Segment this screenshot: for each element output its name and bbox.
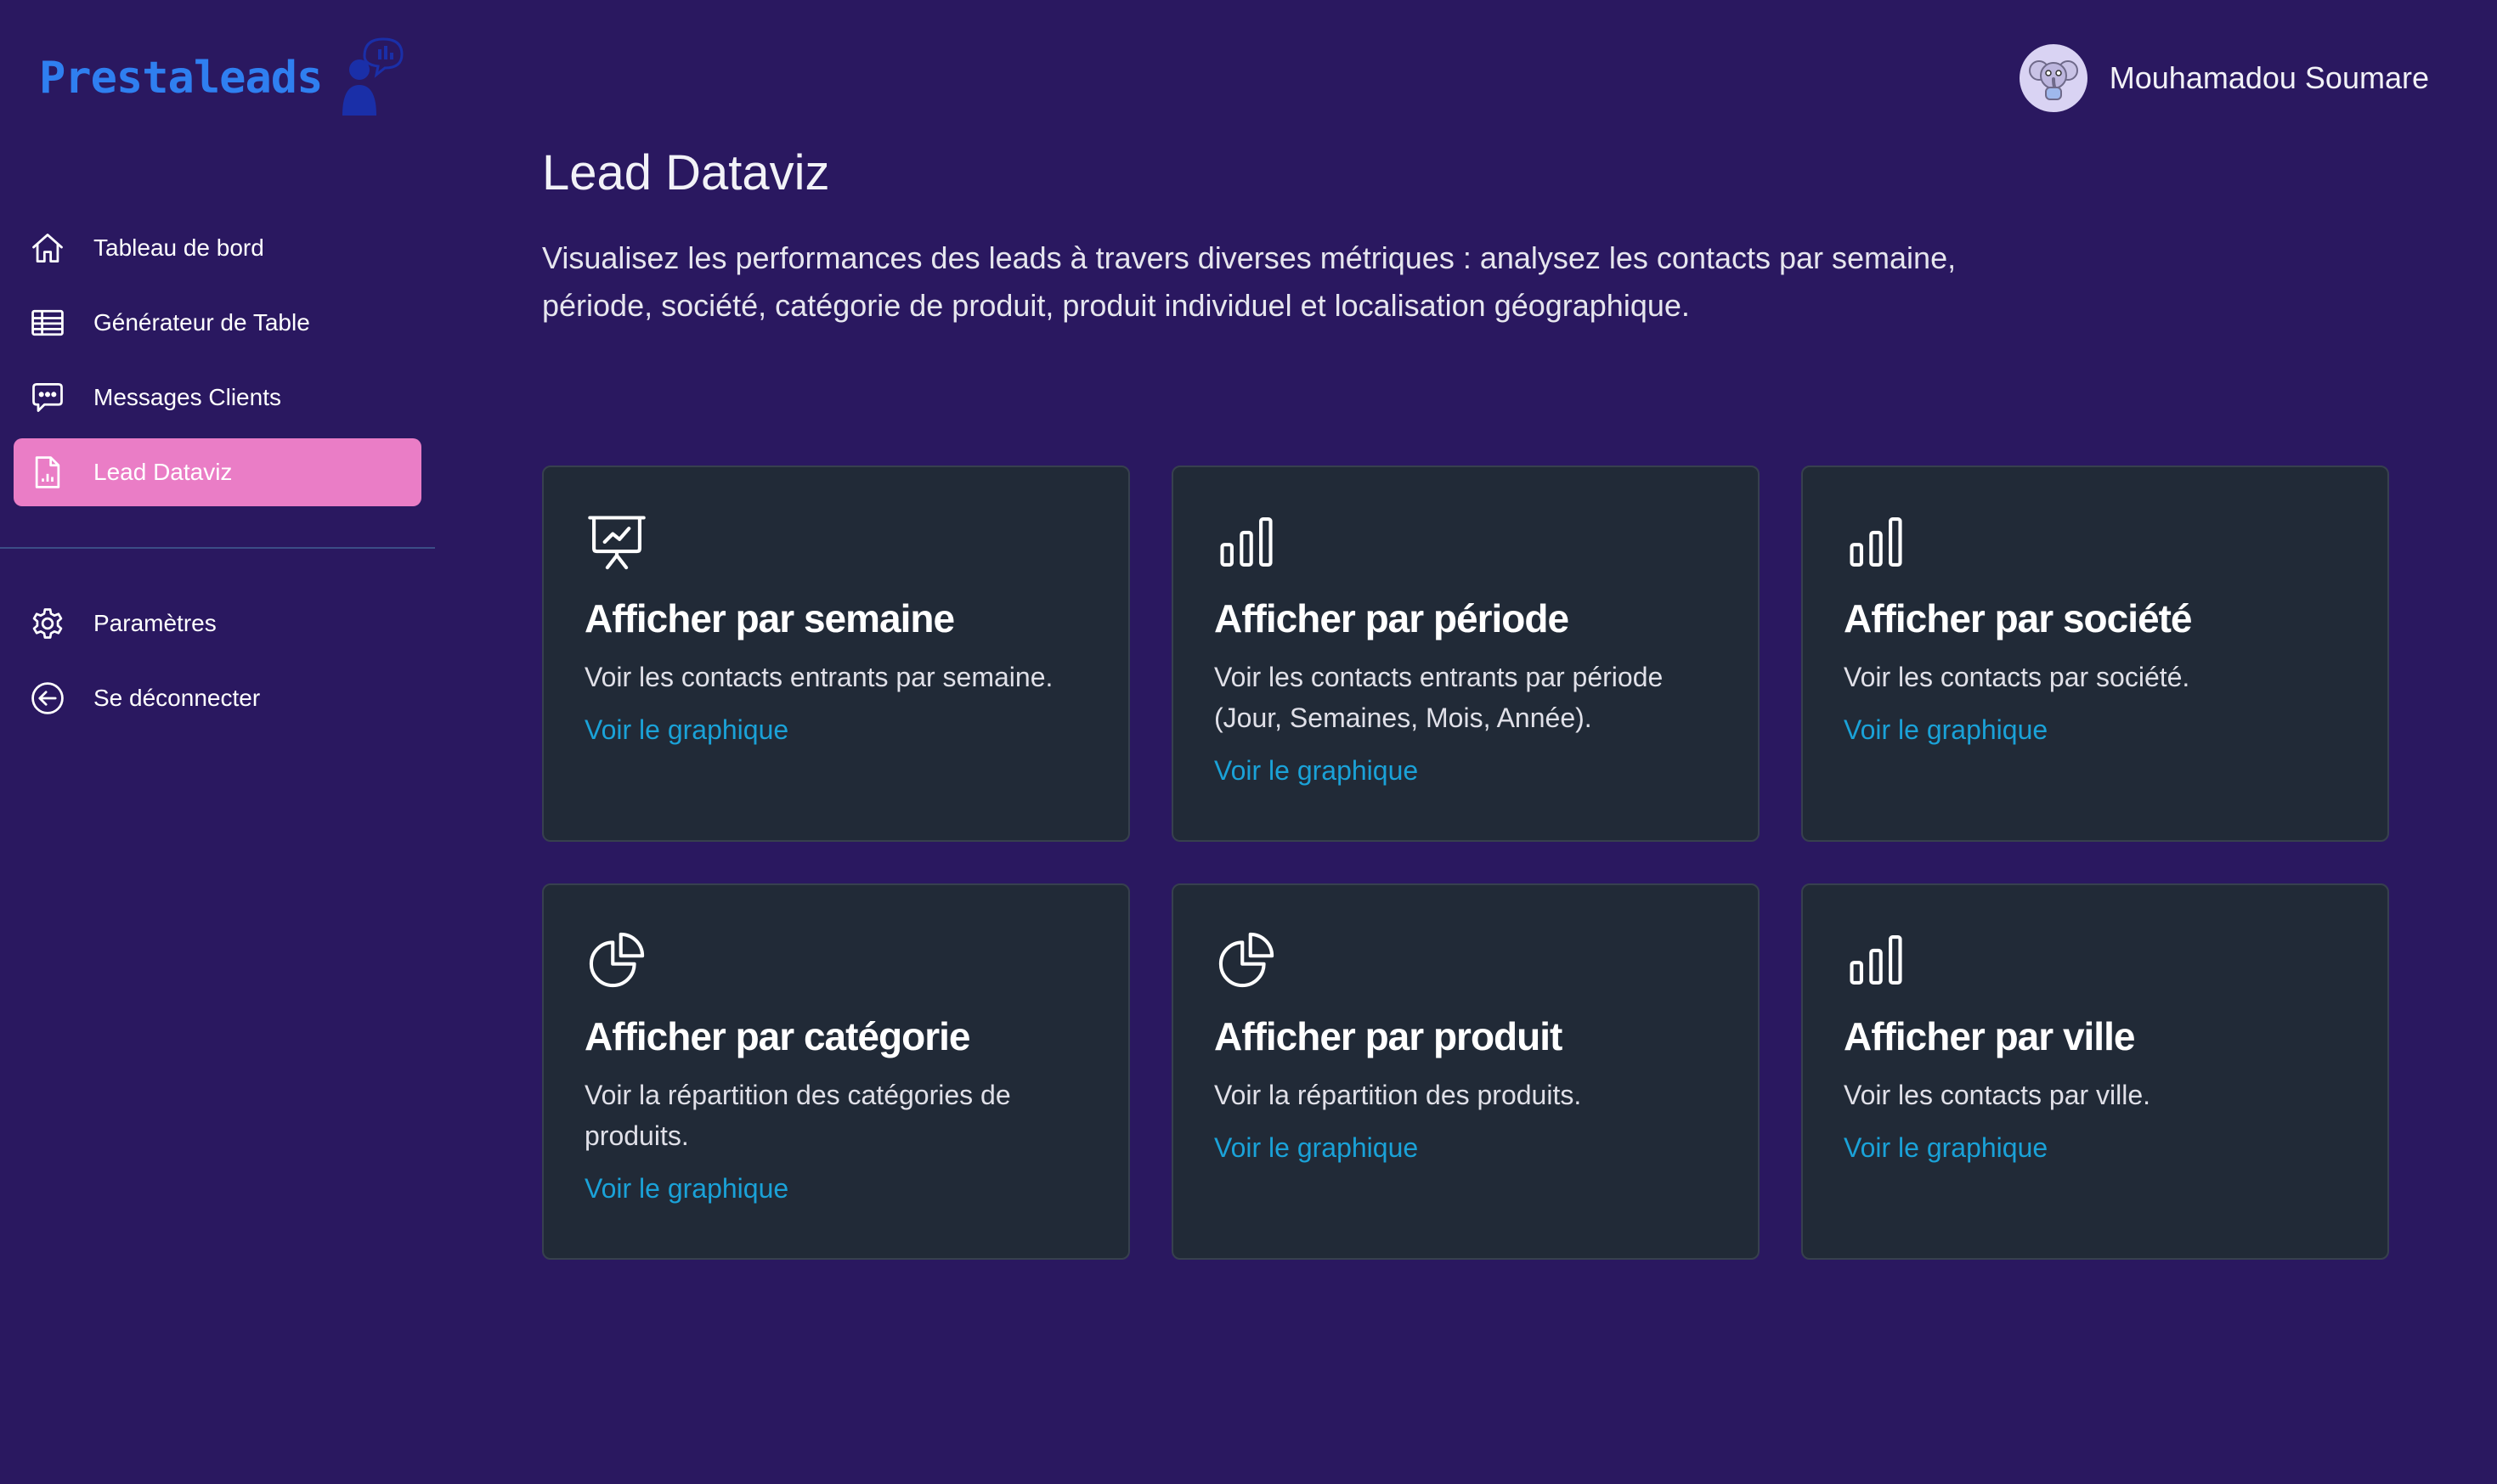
sidebar-item-label: Lead Dataviz [93, 459, 233, 485]
user-name: Mouhamadou Soumare [2109, 60, 2429, 95]
card-afficher-par-categorie: Afficher par catégorie Voir la répartiti… [542, 883, 1130, 1260]
sidebar-item-label: Paramètres [93, 610, 217, 636]
card-title: Afficher par catégorie [585, 1014, 970, 1058]
home-icon [29, 229, 66, 267]
sidebar-item-label: Tableau de bord [93, 234, 264, 261]
card-afficher-par-periode: Afficher par période Voir les contacts e… [1172, 466, 1760, 842]
sidebar-item-lead-dataviz[interactable]: Lead Dataviz [14, 438, 421, 506]
main-nav: Tableau de bord Générateur de Table Mess… [14, 214, 421, 513]
sidebar-item-parametres[interactable]: Paramètres [14, 590, 421, 657]
page-title: Lead Dataviz [542, 145, 830, 200]
card-description: Voir la répartition des produits. [1214, 1080, 1582, 1110]
card-description: Voir les contacts par ville. [1844, 1080, 2151, 1110]
view-chart-link[interactable]: Voir le graphique [1844, 714, 2048, 746]
pie-chart-icon [589, 932, 645, 988]
view-chart-link[interactable]: Voir le graphique [1214, 755, 1418, 787]
chat-icon [29, 379, 66, 416]
bar-chart-icon [1850, 935, 1902, 985]
view-chart-link[interactable]: Voir le graphique [585, 714, 788, 746]
card-title: Afficher par semaine [585, 596, 955, 640]
sidebar-item-generateur-de-table[interactable]: Générateur de Table [14, 289, 421, 357]
view-chart-link[interactable]: Voir le graphique [1844, 1132, 2048, 1164]
card-title: Afficher par période [1214, 596, 1569, 640]
logo-text: Prestaleads [39, 53, 323, 104]
sidebar-item-tableau-de-bord[interactable]: Tableau de bord [14, 214, 421, 282]
sidebar-item-se-deconnecter[interactable]: Se déconnecter [14, 664, 421, 732]
card-description: Voir la répartition des catégories de pr… [585, 1080, 1011, 1151]
card-description: Voir les contacts entrants par période (… [1214, 662, 1664, 733]
view-chart-link[interactable]: Voir le graphique [1214, 1132, 1418, 1164]
person-chat-logo-icon [342, 37, 404, 116]
dataviz-card-grid: Afficher par semaine Voir les contacts e… [542, 466, 2391, 1260]
card-afficher-par-ville: Afficher par ville Voir les contacts par… [1801, 883, 2389, 1260]
bar-chart-icon [1850, 517, 1902, 567]
gear-icon [29, 605, 66, 642]
bar-chart-icon [1220, 517, 1273, 567]
card-afficher-par-semaine: Afficher par semaine Voir les contacts e… [542, 466, 1130, 842]
sidebar-item-label: Se déconnecter [93, 685, 261, 711]
avatar[interactable] [2019, 44, 2087, 112]
card-afficher-par-societe: Afficher par société Voir les contacts p… [1801, 466, 2389, 842]
document-chart-icon [29, 454, 66, 491]
sidebar-divider [0, 547, 435, 549]
logout-icon [29, 680, 66, 717]
presentation-chart-icon [588, 516, 646, 570]
card-description: Voir les contacts par société. [1844, 662, 2190, 692]
card-description: Voir les contacts entrants par semaine. [585, 662, 1054, 692]
view-chart-link[interactable]: Voir le graphique [585, 1173, 788, 1205]
card-afficher-par-produit: Afficher par produit Voir la répartition… [1172, 883, 1760, 1260]
logo[interactable]: Prestaleads [39, 31, 407, 126]
card-title: Afficher par ville [1844, 1014, 2135, 1058]
page-description: Visualisez les performances des leads à … [542, 240, 1957, 323]
table-icon [29, 304, 66, 341]
pie-chart-icon [1218, 932, 1274, 988]
sidebar-item-label: Générateur de Table [93, 309, 310, 336]
card-title: Afficher par société [1844, 596, 2192, 640]
user-menu[interactable]: Mouhamadou Soumare [2019, 44, 2429, 112]
sidebar: Prestaleads Tableau de bord Générateur d… [0, 0, 435, 1484]
elephant-avatar-icon [2028, 60, 2078, 100]
secondary-nav: Paramètres Se déconnecter [14, 590, 421, 739]
card-title: Afficher par produit [1214, 1014, 1562, 1058]
sidebar-item-label: Messages Clients [93, 384, 281, 410]
sidebar-item-messages-clients[interactable]: Messages Clients [14, 364, 421, 432]
